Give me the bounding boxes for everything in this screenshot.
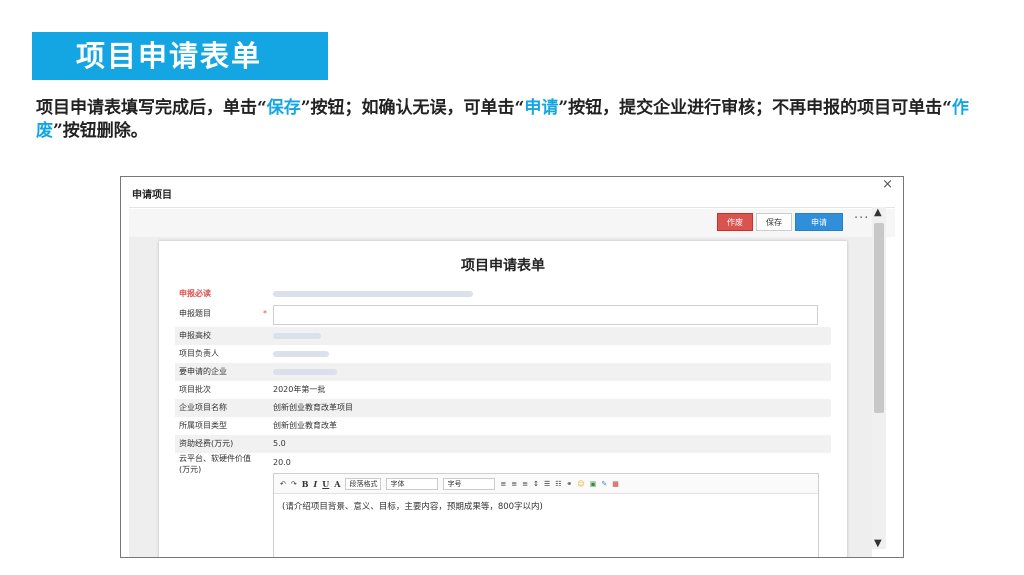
row-value: 创新创业教育改革 xyxy=(273,421,337,430)
action-toolbar: 作废 保存 申请 ··· xyxy=(129,209,895,237)
row-company: 要申请的企业 xyxy=(175,363,831,381)
row-label: 要申请的企业 xyxy=(179,367,227,376)
list-ordered-icon[interactable]: ☷ xyxy=(555,480,561,488)
row-platform-value: 云平台、软硬件价值(万元) 20.0 xyxy=(175,453,831,474)
undo-icon[interactable]: ↶ xyxy=(280,480,286,488)
align-center-icon[interactable]: ≡ xyxy=(511,480,517,488)
row-label: 云平台、软硬件价值(万元) xyxy=(179,454,251,474)
blurred-value[interactable] xyxy=(273,291,473,297)
blurred-value xyxy=(273,351,329,357)
attachment-icon[interactable]: ✎ xyxy=(601,480,607,488)
row-label: 申报高校 xyxy=(179,331,211,340)
row-label: 项目批次 xyxy=(179,385,211,394)
more-icon[interactable]: ··· xyxy=(854,211,869,226)
row-label: 项目负责人 xyxy=(179,349,219,358)
row-value: 20.0 xyxy=(273,458,291,467)
media-icon[interactable]: ▦ xyxy=(612,480,619,488)
align-right-icon[interactable]: ≡ xyxy=(522,480,528,488)
chevron-up-icon[interactable]: ▲ xyxy=(874,207,882,218)
intro-part-2: ”按钮；如确认无误，可单击“ xyxy=(300,98,525,118)
row-value: 2020年第一批 xyxy=(273,385,326,394)
underline-button[interactable]: U xyxy=(322,479,329,489)
project-title-input[interactable] xyxy=(273,305,818,325)
scrollbar[interactable]: ▲ ▼ xyxy=(872,207,886,549)
save-button[interactable]: 保存 xyxy=(756,213,792,231)
form-title: 项目申请表单 xyxy=(461,258,545,274)
dialog-title: 申请项目 xyxy=(132,190,172,201)
row-label: 申报必读 xyxy=(179,289,211,298)
row-project-name: 企业项目名称 创新创业教育改革项目 xyxy=(175,399,831,417)
align-left-icon[interactable]: ≡ xyxy=(500,480,506,488)
font-family-select[interactable]: 字体 xyxy=(386,477,439,490)
void-button[interactable]: 作废 xyxy=(717,213,753,231)
intro-apply-keyword: 申请 xyxy=(524,98,559,118)
intro-save-keyword: 保存 xyxy=(266,98,301,118)
row-value: 5.0 xyxy=(273,439,286,448)
row-label: 所属项目类型 xyxy=(179,421,227,430)
line-height-icon[interactable]: ↕ xyxy=(533,480,539,488)
chevron-down-icon[interactable]: ▼ xyxy=(874,538,882,549)
row-read-first: 申报必读 xyxy=(175,285,831,303)
blurred-value xyxy=(273,369,337,375)
intro-part-4: ”按钮删除。 xyxy=(53,121,148,141)
font-size-select[interactable]: 字号 xyxy=(443,477,496,490)
editor-toolbar: ↶ ↷ B I U A 段落格式 字体 字号 ≡ ≡ ≡ ↕ ☰ ☷ ⚭ ☺ ▣… xyxy=(274,474,818,494)
paragraph-format-select[interactable]: 段落格式 xyxy=(345,477,382,490)
font-color-button[interactable]: A xyxy=(334,479,340,489)
intro-part-3: ”按钮，提交企业进行审核；不再申报的项目可单击“ xyxy=(558,98,952,118)
slide-title: 项目申请表单 xyxy=(32,32,328,80)
close-icon[interactable]: × xyxy=(882,177,893,192)
scrollbar-thumb[interactable] xyxy=(874,223,884,413)
row-project-title: 申报题目 * xyxy=(175,303,831,325)
row-leader: 项目负责人 xyxy=(175,345,831,363)
slide: 项目申请表单 项目申请表填写完成后，单击“保存”按钮；如确认无误，可单击“申请”… xyxy=(0,0,1024,575)
list-icon[interactable]: ☰ xyxy=(544,480,550,488)
apply-project-dialog: 申请项目 × 作废 保存 申请 ··· 项目申请表单 申报必读 申报题目 * 申… xyxy=(120,176,904,558)
required-mark: * xyxy=(263,309,267,318)
row-funding: 资助经费(万元) 5.0 xyxy=(175,435,831,453)
row-label: 企业项目名称 xyxy=(179,403,227,412)
row-label: 资助经费(万元) xyxy=(179,439,234,448)
italic-button[interactable]: I xyxy=(314,479,318,489)
link-icon[interactable]: ⚭ xyxy=(567,480,573,488)
row-university: 申报高校 xyxy=(175,327,831,345)
row-batch: 项目批次 2020年第一批 xyxy=(175,381,831,399)
intro-text: 项目申请表填写完成后，单击“保存”按钮；如确认无误，可单击“申请”按钮，提交企业… xyxy=(36,97,996,143)
row-project-type: 所属项目类型 创新创业教育改革 xyxy=(175,417,831,435)
image-icon[interactable]: ▣ xyxy=(590,480,597,488)
intro-part-1: 项目申请表填写完成后，单击“ xyxy=(36,98,267,118)
editor-placeholder: (请介绍项目背景、意义、目标，主要内容，预期成果等，800字以内) xyxy=(282,502,543,512)
row-label: 申报题目 xyxy=(179,309,211,318)
apply-button[interactable]: 申请 xyxy=(795,213,843,231)
form-scroll-area: 项目申请表单 申报必读 申报题目 * 申报高校 项目负责人 要申请的企业 项目批… xyxy=(129,237,872,557)
redo-icon[interactable]: ↷ xyxy=(291,480,297,488)
blurred-value xyxy=(273,333,321,339)
row-value: 创新创业教育改革项目 xyxy=(273,403,353,412)
divider xyxy=(129,207,895,208)
emoji-icon[interactable]: ☺ xyxy=(577,480,584,488)
form-paper: 项目申请表单 申报必读 申报题目 * 申报高校 项目负责人 要申请的企业 项目批… xyxy=(159,241,847,557)
rich-text-editor[interactable]: ↶ ↷ B I U A 段落格式 字体 字号 ≡ ≡ ≡ ↕ ☰ ☷ ⚭ ☺ ▣… xyxy=(273,473,819,557)
bold-button[interactable]: B xyxy=(302,479,309,489)
